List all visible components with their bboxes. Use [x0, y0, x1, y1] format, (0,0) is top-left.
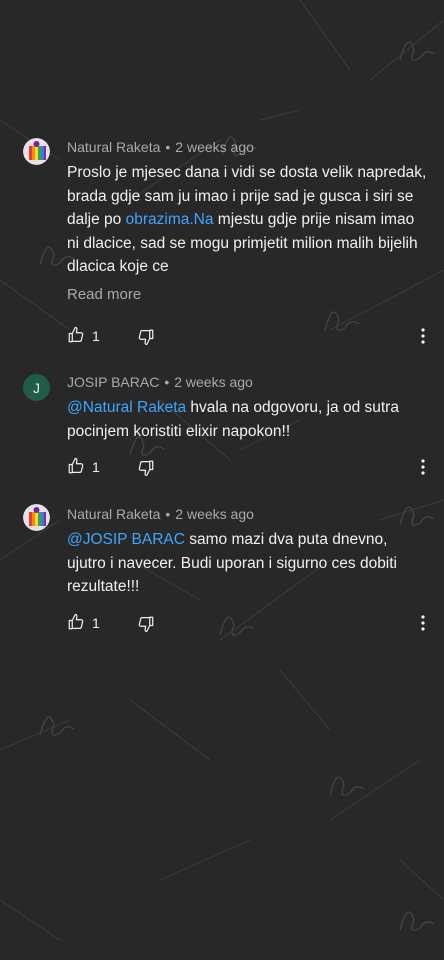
avatar[interactable]: J: [23, 374, 50, 401]
meta-separator: •: [165, 139, 171, 155]
mention-link[interactable]: @Natural Raketa: [67, 399, 186, 416]
comment-meta: Natural Raketa • 2 weeks ago: [67, 139, 254, 155]
comment-link[interactable]: obrazima.Na: [126, 211, 214, 228]
like-icon[interactable]: [67, 613, 85, 631]
comment-text: @Natural Raketa hvala na odgovoru, ja od…: [67, 396, 427, 443]
meta-separator: •: [164, 374, 170, 390]
like-count: 1: [92, 328, 100, 344]
more-vert-icon[interactable]: [419, 326, 427, 346]
rainbow-fist-icon: [23, 504, 50, 531]
comment-actions: 1: [67, 457, 437, 477]
comment-time[interactable]: 2 weeks ago: [174, 374, 253, 390]
rainbow-fist-icon: [23, 138, 50, 165]
comment-meta: Natural Raketa • 2 weeks ago: [67, 506, 254, 522]
comments-page: Natural Raketa • 2 weeks ago Proslo je mje…: [0, 0, 444, 960]
comment-meta: JOSIP BARAC • 2 weeks ago: [67, 374, 253, 390]
author-name[interactable]: JOSIP BARAC: [67, 374, 159, 390]
avatar[interactable]: [23, 504, 50, 531]
like-icon[interactable]: [67, 457, 85, 475]
more-vert-icon[interactable]: [419, 457, 427, 477]
read-more-button[interactable]: Read more: [67, 286, 141, 303]
comment-actions: 1: [67, 613, 437, 633]
meta-separator: •: [165, 506, 171, 522]
author-name[interactable]: Natural Raketa: [67, 506, 160, 522]
comment-actions: 1: [67, 326, 437, 346]
dislike-icon[interactable]: [137, 459, 155, 477]
dislike-icon[interactable]: [137, 328, 155, 346]
author-name[interactable]: Natural Raketa: [67, 139, 160, 155]
comment-text: @JOSIP BARAC samo mazi dva puta dnevno, …: [67, 528, 427, 599]
comment-text: Proslo je mjesec dana i vidi se dosta ve…: [67, 161, 427, 279]
like-count: 1: [92, 615, 100, 631]
comment-time[interactable]: 2 weeks ago: [175, 506, 254, 522]
comment-time[interactable]: 2 weeks ago: [175, 139, 254, 155]
more-vert-icon[interactable]: [419, 613, 427, 633]
like-count: 1: [92, 459, 100, 475]
like-icon[interactable]: [67, 326, 85, 344]
dislike-icon[interactable]: [137, 615, 155, 633]
mention-link[interactable]: @JOSIP BARAC: [67, 531, 185, 548]
avatar[interactable]: [23, 138, 50, 165]
